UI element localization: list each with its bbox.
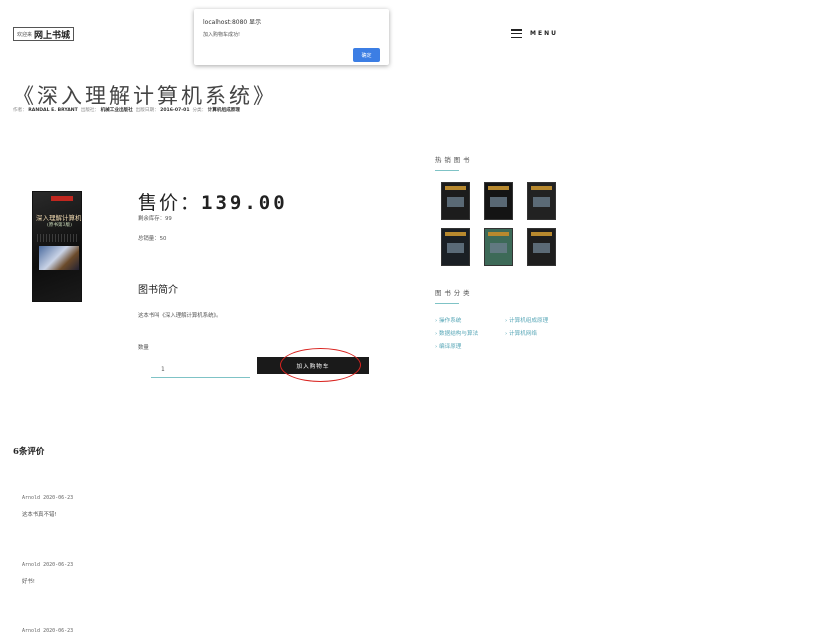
publisher-label: 出版社 bbox=[80, 108, 95, 113]
review-user-date: Arnold 2020-06-23 bbox=[22, 562, 74, 568]
menu-button[interactable]: MENU bbox=[511, 29, 558, 38]
book-cover-image: 深入理解计算机系统 (原书第3版) bbox=[32, 191, 82, 302]
price: 售价：139.00 bbox=[138, 188, 288, 215]
cover-title: 深入理解计算机系统 bbox=[36, 214, 82, 222]
page-title: 《深入理解计算机系统》 bbox=[13, 84, 277, 108]
category-item-data-structures[interactable]: › 数据结构与算法 bbox=[435, 329, 505, 337]
cover-artwork bbox=[39, 246, 79, 270]
reviews-heading: 6条评价 bbox=[13, 447, 45, 457]
thumb-art bbox=[447, 197, 464, 207]
review-user-date: Arnold 2020-06-23 bbox=[22, 495, 74, 501]
cover-badge bbox=[51, 196, 73, 201]
thumb-art bbox=[533, 243, 550, 253]
thumb-art bbox=[447, 243, 464, 253]
thumb-band bbox=[445, 186, 466, 190]
hot-book-5[interactable] bbox=[484, 228, 513, 266]
thumb-art bbox=[533, 197, 550, 207]
intro-text: 这本书叫《深入理解计算机系统》。 bbox=[138, 313, 222, 319]
hot-book-6[interactable] bbox=[527, 228, 556, 266]
thumb-band bbox=[531, 186, 552, 190]
date-label: 出版日期 bbox=[135, 108, 155, 113]
book-meta: 作者： RANDAL E. BRYANT 出版社： 机械工业出版社 出版日期： … bbox=[13, 108, 240, 113]
dialog-ok-button[interactable]: 确定 bbox=[353, 48, 380, 62]
logo-title: 网上书城 bbox=[34, 30, 71, 41]
thumb-band bbox=[531, 232, 552, 236]
logo-welcome-text: 欢迎来 bbox=[17, 31, 33, 38]
cover-pattern bbox=[37, 234, 79, 242]
dialog-message: 加入购物车成功! bbox=[203, 32, 241, 38]
thumb-band bbox=[488, 186, 509, 190]
thumb-band bbox=[445, 232, 466, 236]
review-item: Arnold 2020-06-23 bbox=[22, 628, 73, 634]
dialog-title: localhost:8080 显示 bbox=[203, 19, 262, 26]
site-logo[interactable]: 欢迎来 网上书城 bbox=[13, 27, 75, 41]
category-label: 分类 bbox=[192, 108, 202, 113]
category-value: 计算机组成原理 bbox=[207, 108, 240, 113]
thumb-art bbox=[490, 197, 507, 207]
review-item: Arnold 2020-06-23 好书! bbox=[22, 562, 73, 585]
category-heading: 图书分类 bbox=[435, 289, 473, 297]
review-item: Arnold 2020-06-23 这本书真不错! bbox=[22, 495, 73, 518]
sold-text: 总销量：50 bbox=[138, 236, 167, 242]
category-item-compiler[interactable]: › 编译原理 bbox=[435, 342, 505, 350]
hot-book-3[interactable] bbox=[527, 182, 556, 220]
price-label: 售价： bbox=[138, 192, 202, 214]
date-value: 2016-07-01 bbox=[160, 108, 190, 113]
review-user-date: Arnold 2020-06-23 bbox=[22, 628, 74, 634]
author-label: 作者 bbox=[13, 108, 23, 113]
category-item-network[interactable]: › 计算机网络 bbox=[505, 329, 575, 337]
hot-book-1[interactable] bbox=[441, 182, 470, 220]
price-value: 139.00 bbox=[201, 192, 288, 214]
thumb-art bbox=[490, 243, 507, 253]
stock-text: 剩余库存：99 bbox=[138, 216, 172, 222]
category-item-os[interactable]: › 操作系统 bbox=[435, 316, 505, 324]
category-list: › 操作系统 › 计算机组成原理 › 数据结构与算法 › 计算机网络 › 编译原… bbox=[435, 316, 575, 350]
author-value: RANDAL E. BRYANT bbox=[28, 108, 78, 113]
hot-book-4[interactable] bbox=[441, 228, 470, 266]
review-text: 好书! bbox=[22, 579, 35, 585]
category-divider bbox=[435, 303, 459, 304]
hamburger-icon bbox=[511, 29, 522, 38]
category-item-organization[interactable]: › 计算机组成原理 bbox=[505, 316, 575, 324]
quantity-label: 数量 bbox=[138, 345, 149, 351]
review-text: 这本书真不错! bbox=[22, 512, 57, 518]
publisher-value: 机械工业出版社 bbox=[100, 108, 133, 113]
thumb-band bbox=[488, 232, 509, 236]
intro-heading: 图书简介 bbox=[138, 285, 178, 296]
cover-subtitle: (原书第3版) bbox=[47, 223, 72, 228]
add-to-cart-button[interactable]: 加入购物车 bbox=[257, 357, 369, 374]
hot-book-2[interactable] bbox=[484, 182, 513, 220]
alert-dialog: localhost:8080 显示 加入购物车成功! 确定 bbox=[194, 9, 389, 65]
quantity-input[interactable] bbox=[151, 361, 250, 378]
menu-label: MENU bbox=[530, 30, 558, 37]
hot-books-heading: 热销图书 bbox=[435, 156, 473, 164]
hot-books-divider bbox=[435, 170, 459, 171]
